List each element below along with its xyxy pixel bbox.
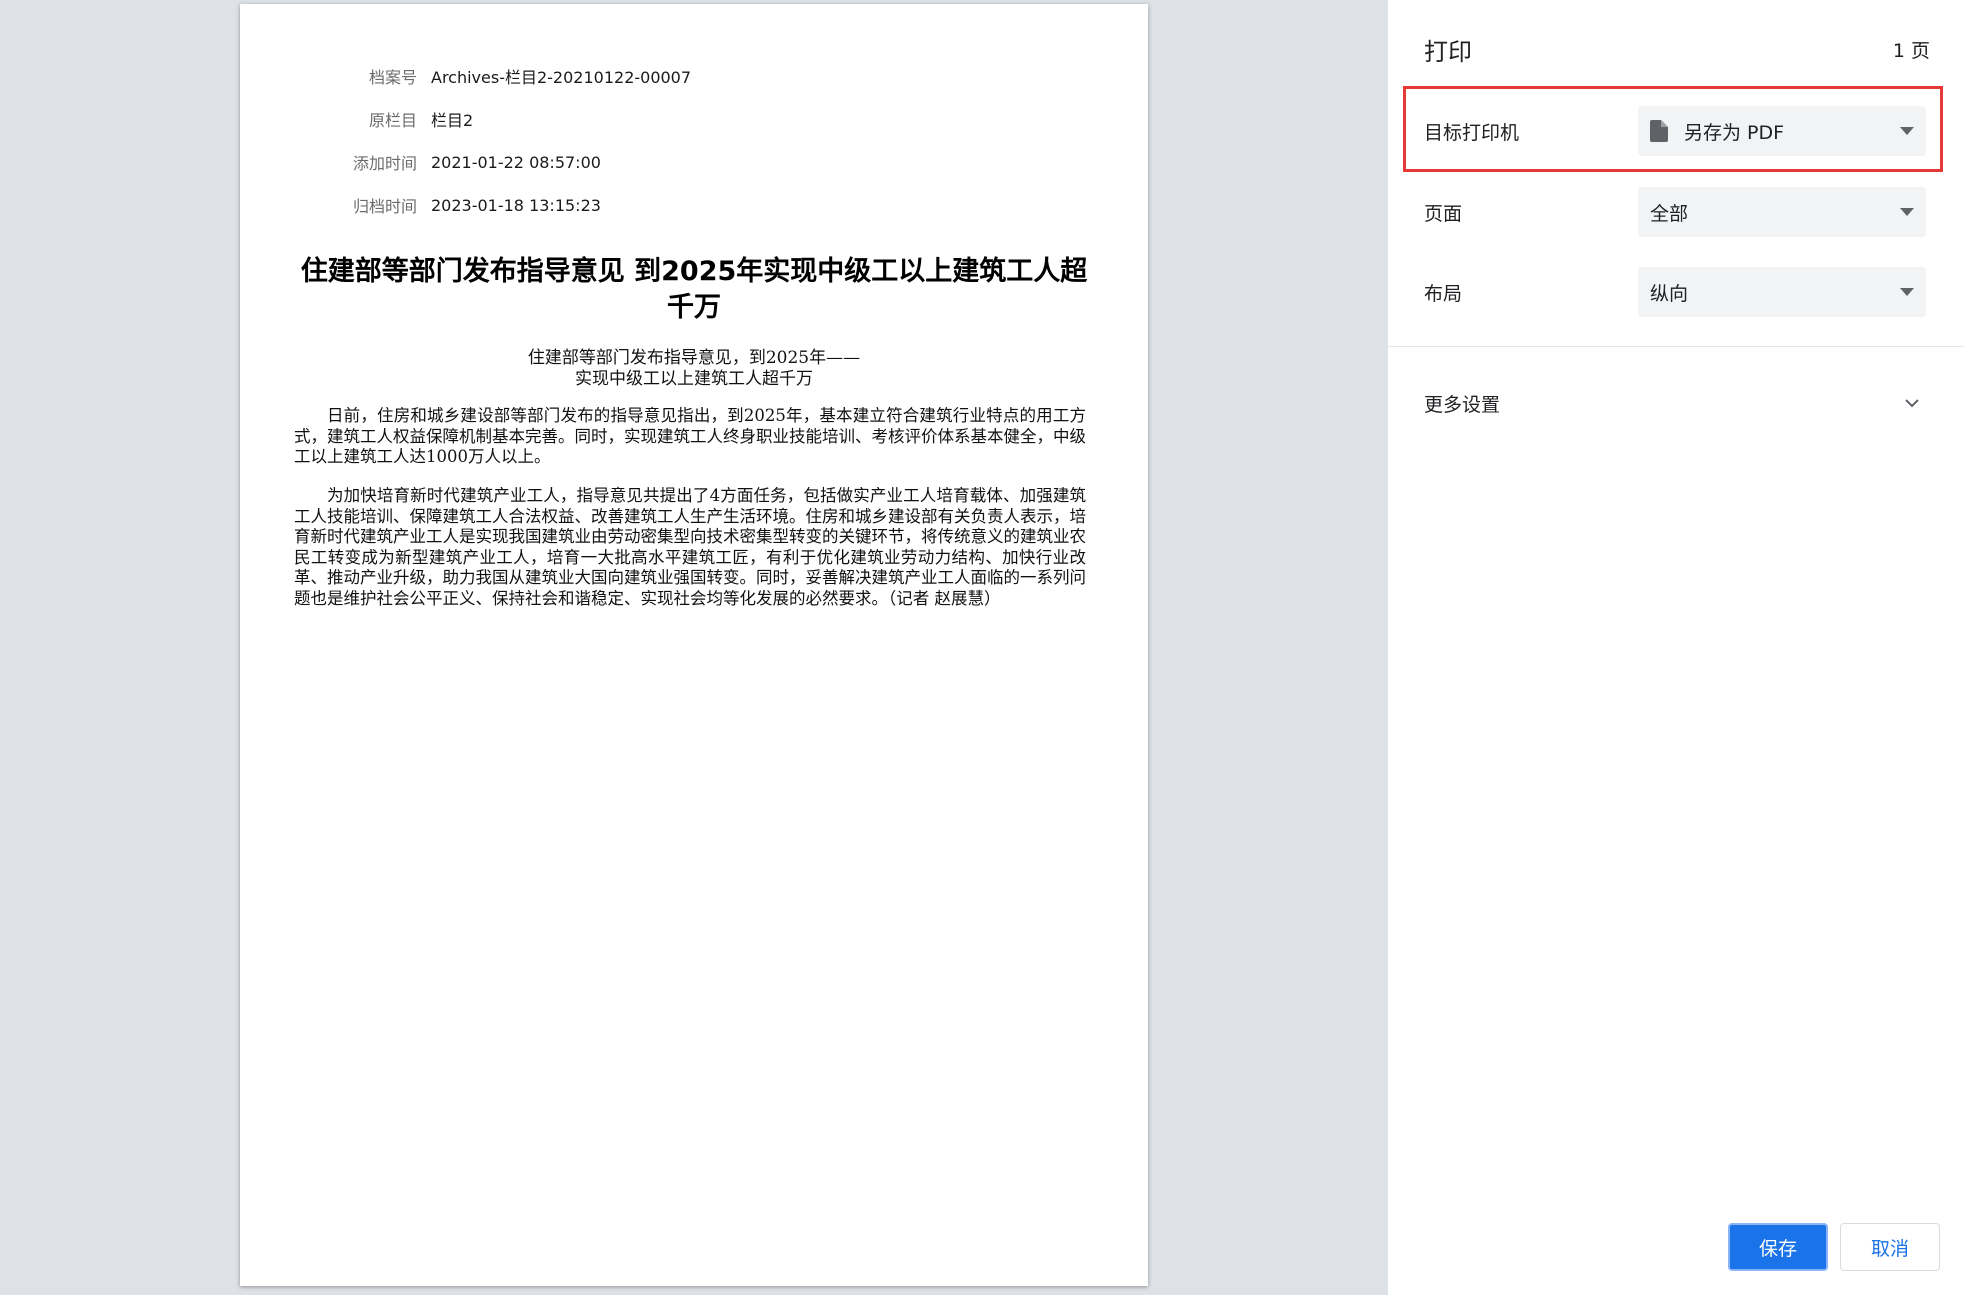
meta-label: 归档时间 xyxy=(352,197,417,216)
document-subtitle: 住建部等部门发布指导意见，到2025年—— 实现中级工以上建筑工人超千万 xyxy=(290,348,1098,390)
destination-row: 目标打印机 另存为 PDF xyxy=(1424,106,1928,156)
chevron-down-icon xyxy=(1905,399,1919,408)
meta-label: 原栏目 xyxy=(368,111,417,130)
page-count: 1 页 xyxy=(1892,40,1930,62)
preview-page: 档案号 Archives-栏目2-20210122-00007 原栏目 栏目2 … xyxy=(240,4,1148,1286)
more-settings-toggle[interactable]: 更多设置 xyxy=(1424,378,1928,428)
more-settings-label: 更多设置 xyxy=(1424,393,1501,416)
document-title-line: 千万 xyxy=(667,292,721,323)
pages-select[interactable]: 全部 xyxy=(1638,187,1926,237)
print-settings-panel: 打印 1 页 目标打印机 另存为 PDF 页面 全部 布局 纵向 更多设置 保存… xyxy=(1388,0,1964,1295)
meta-value: Archives-栏目2-20210122-00007 xyxy=(431,68,692,87)
meta-value: 栏目2 xyxy=(431,111,474,130)
meta-value: 2023-01-18 13:15:23 xyxy=(431,195,601,215)
print-preview-area: 档案号 Archives-栏目2-20210122-00007 原栏目 栏目2 … xyxy=(0,0,1388,1295)
body-paragraph: 日前，住房和城乡建设部等部门发布的指导意见指出，到2025年，基本建立符合建筑行… xyxy=(294,406,1086,466)
layout-row: 布局 纵向 xyxy=(1424,267,1928,317)
dropdown-caret-icon xyxy=(1900,288,1914,296)
meta-row-archived-time: 归档时间 2023-01-18 13:15:23 xyxy=(240,190,601,220)
cancel-button[interactable]: 取消 xyxy=(1840,1223,1940,1271)
subtitle-line: 实现中级工以上建筑工人超千万 xyxy=(575,369,813,389)
body-paragraph: 为加快培育新时代建筑产业工人，指导意见共提出了4方面任务，包括做实产业工人培育载… xyxy=(294,486,1086,608)
document-title: 住建部等部门发布指导意见 到2025年实现中级工以上建筑工人超 千万 xyxy=(290,254,1098,326)
meta-label: 添加时间 xyxy=(352,154,417,173)
pages-label: 页面 xyxy=(1424,202,1463,225)
file-icon xyxy=(1650,120,1668,142)
panel-divider xyxy=(1388,346,1964,347)
layout-select[interactable]: 纵向 xyxy=(1638,267,1926,317)
dropdown-caret-icon xyxy=(1900,208,1914,216)
save-button[interactable]: 保存 xyxy=(1728,1223,1828,1271)
destination-value: 另存为 PDF xyxy=(1684,121,1785,144)
destination-select[interactable]: 另存为 PDF xyxy=(1638,106,1926,156)
pages-row: 页面 全部 xyxy=(1424,187,1928,237)
meta-label: 档案号 xyxy=(368,68,417,87)
pages-value: 全部 xyxy=(1650,202,1689,225)
document-title-line: 住建部等部门发布指导意见 到2025年实现中级工以上建筑工人超 xyxy=(300,256,1088,287)
layout-value: 纵向 xyxy=(1650,282,1689,305)
destination-label: 目标打印机 xyxy=(1424,121,1520,144)
meta-value: 2021-01-22 08:57:00 xyxy=(431,152,601,172)
meta-row-archive-no: 档案号 Archives-栏目2-20210122-00007 xyxy=(240,61,691,91)
meta-row-original-column: 原栏目 栏目2 xyxy=(240,104,473,134)
panel-title: 打印 xyxy=(1424,38,1472,66)
layout-label: 布局 xyxy=(1424,282,1463,305)
dropdown-caret-icon xyxy=(1900,127,1914,135)
subtitle-line: 住建部等部门发布指导意见，到2025年—— xyxy=(527,348,861,368)
meta-row-added-time: 添加时间 2021-01-22 08:57:00 xyxy=(240,147,601,177)
